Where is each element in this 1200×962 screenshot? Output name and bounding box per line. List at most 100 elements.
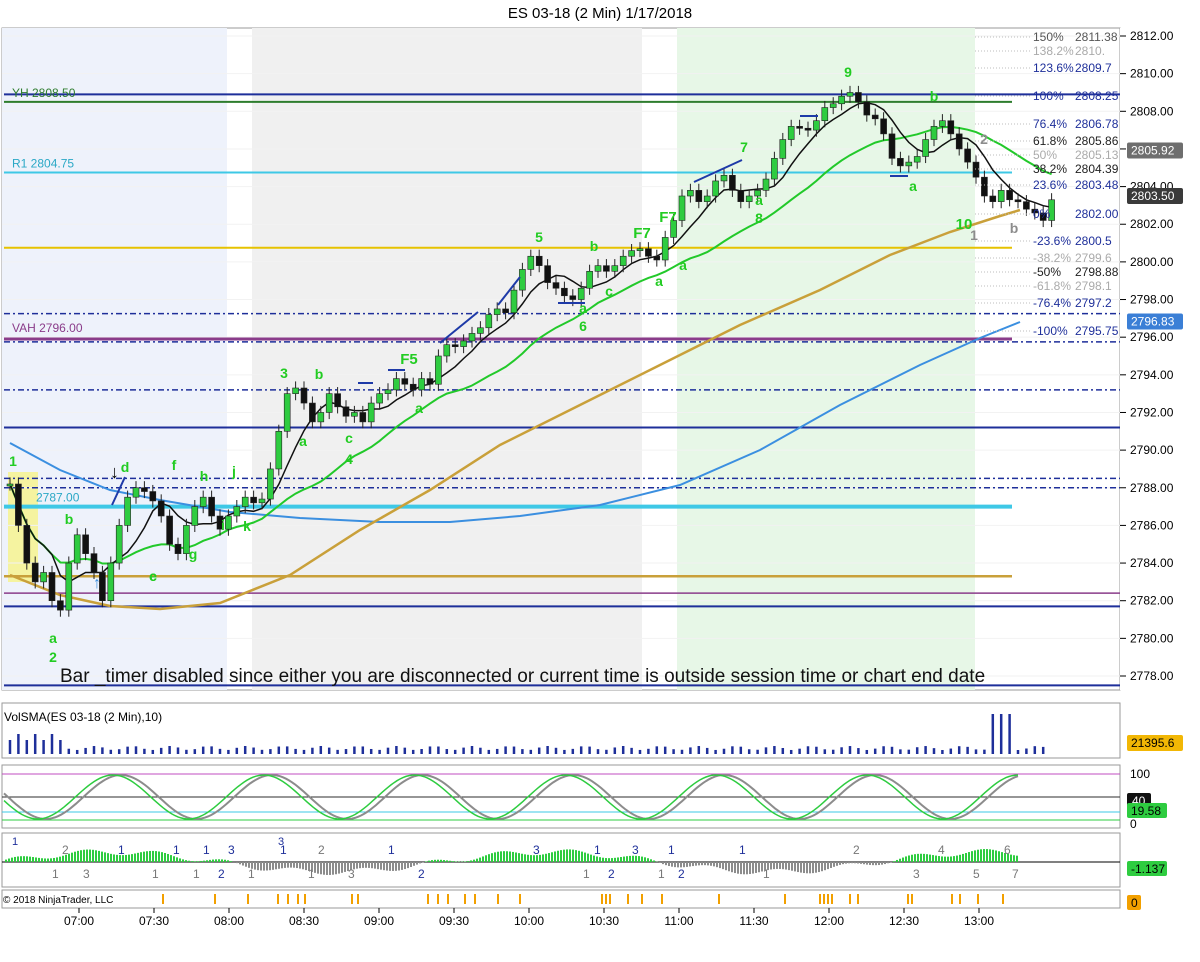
x-tick-label: 07:00	[64, 914, 94, 928]
histogram-count-bottom: 1	[52, 867, 59, 881]
candle-body	[930, 126, 938, 140]
candle-body	[460, 340, 467, 347]
y-tick-label: 2784.00	[1130, 556, 1174, 570]
wave-label: h	[200, 468, 209, 484]
candle-body	[225, 515, 232, 530]
wave-label: i	[221, 517, 225, 533]
wave-label: 9	[844, 64, 852, 80]
y-tick-label: 2788.00	[1130, 481, 1174, 495]
candle-body	[334, 393, 341, 408]
fib-pct: -38.2%	[1033, 251, 1071, 265]
wave-label: a	[679, 257, 687, 273]
wave-label: a	[755, 192, 763, 208]
candle-body	[762, 178, 770, 191]
x-tick-label: 08:30	[289, 914, 319, 928]
candle-body	[477, 327, 484, 334]
candle-body	[351, 412, 358, 417]
session-shade-green	[677, 28, 975, 690]
up-arrow-icon: ↑	[93, 575, 101, 592]
histogram-count-top: 6	[1004, 843, 1011, 857]
candle-body	[922, 139, 929, 157]
fib-value: 2803.48	[1075, 178, 1119, 192]
fib-value: 2810.	[1075, 44, 1105, 58]
wave-label: 2	[980, 131, 988, 147]
histogram-count-bottom: 1	[658, 867, 665, 881]
candle-body	[409, 383, 417, 391]
chart-canvas[interactable]: YH 2808.50R1 2804.75VAH 2796.002787.0012…	[0, 0, 1200, 962]
y-tick-label: 2798.00	[1130, 293, 1174, 307]
candle-body	[48, 572, 56, 602]
candle-body	[561, 287, 568, 297]
candle-body	[141, 487, 148, 492]
fib-pct: 61.8%	[1033, 134, 1067, 148]
candle-body	[687, 190, 694, 197]
price-badge-text: 2796.83	[1131, 315, 1175, 329]
candle-body	[989, 195, 997, 202]
candle-body	[871, 114, 879, 120]
candle-body	[31, 562, 39, 583]
histogram-count-bottom: 1	[193, 867, 200, 881]
wave-label: f	[172, 457, 177, 473]
candle-body	[745, 195, 753, 202]
x-tick-label: 13:00	[964, 914, 994, 928]
candle-body	[779, 139, 787, 159]
candle-body	[636, 248, 644, 252]
candle-body	[913, 156, 921, 163]
candle-body	[737, 190, 745, 202]
wave-label: b	[930, 88, 939, 104]
histogram-count-bottom: 2	[418, 867, 425, 881]
wave-label: a	[909, 178, 917, 194]
candle-body	[787, 126, 795, 140]
candle-body	[208, 496, 215, 517]
y-axis	[1120, 28, 1200, 690]
y-tick-label: 2778.00	[1130, 669, 1174, 683]
candle-body	[964, 148, 971, 163]
candle-body	[653, 255, 661, 261]
fib-pct: -50%	[1033, 265, 1061, 279]
wave-label: F7	[633, 225, 651, 242]
fib-pct: 138.2%	[1033, 44, 1074, 58]
histogram-count-top: 1	[203, 843, 210, 857]
histogram-count-top: 1	[12, 836, 18, 848]
fib-pct: -76.4%	[1033, 296, 1071, 310]
candle-body	[695, 190, 703, 202]
candle-body	[174, 543, 182, 554]
x-tick-label: 10:30	[589, 914, 619, 928]
candle-body	[384, 389, 392, 394]
candle-body	[283, 393, 291, 432]
candle-body	[124, 496, 131, 526]
y-tick-label: 2808.00	[1130, 104, 1174, 118]
price-badge-text: 2805.92	[1131, 143, 1175, 157]
candle-body	[703, 195, 711, 202]
wave-label: a	[299, 433, 307, 449]
candle-body	[729, 174, 736, 191]
fib-value: 2802.00	[1075, 207, 1119, 221]
y-tick-label: 2800.00	[1130, 255, 1174, 269]
histogram-count-top: 3	[228, 843, 235, 857]
wave-label: a	[655, 273, 663, 289]
fib-pct: 76.4%	[1033, 117, 1067, 131]
wave-label: F5	[400, 351, 418, 368]
histogram-count-bottom: 7	[1012, 867, 1019, 881]
candle-body	[997, 190, 1005, 202]
y-tick-label: 2812.00	[1130, 29, 1174, 43]
fib-value: 2805.86	[1075, 134, 1119, 148]
y-tick-label: 2794.00	[1130, 368, 1174, 382]
candle-body	[443, 344, 451, 357]
fib-value: 2811.38	[1075, 30, 1118, 44]
candle-body	[241, 496, 249, 507]
candle-body	[1023, 201, 1030, 210]
fib-pct: 0%	[1033, 207, 1051, 221]
histogram-count-bottom: 5	[973, 867, 980, 881]
fib-value: 2797.2	[1075, 296, 1112, 310]
candle-body	[972, 161, 980, 178]
fib-pct: -100%	[1033, 324, 1068, 338]
y-tick-label: 2786.00	[1130, 518, 1174, 532]
candle-body	[821, 107, 829, 122]
candle-body	[720, 174, 728, 182]
histogram-count-top: 1	[173, 843, 180, 857]
candle-body	[880, 118, 887, 135]
wave-label: 1	[970, 227, 978, 243]
candle-body	[829, 103, 837, 108]
histogram-count-top: 1	[388, 843, 395, 857]
